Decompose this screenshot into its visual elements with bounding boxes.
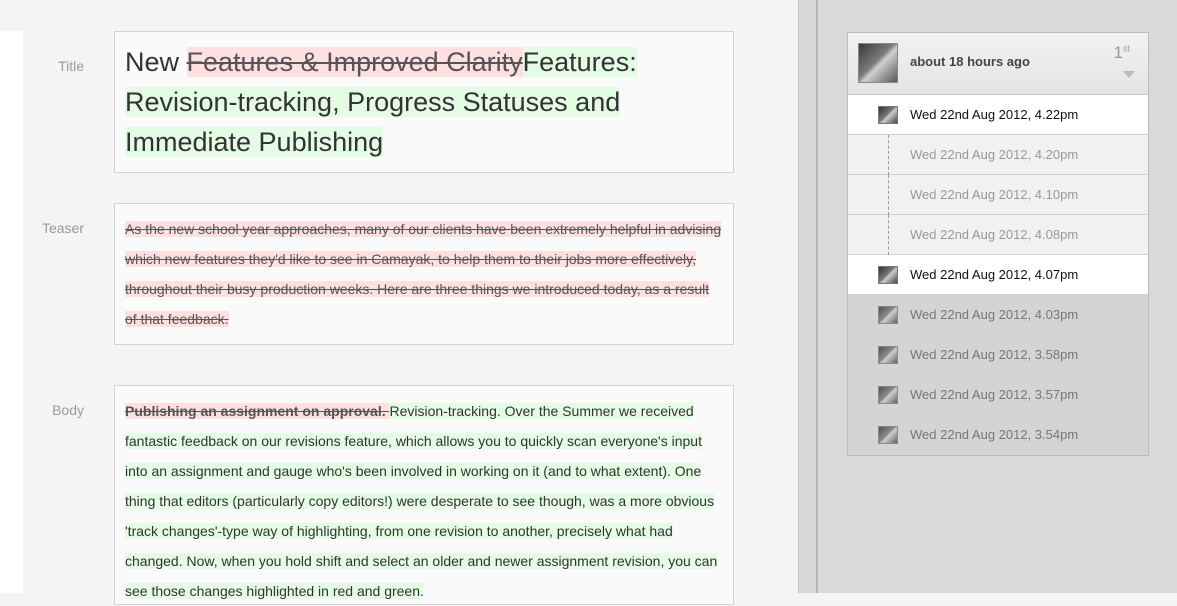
user-avatar-icon (878, 426, 898, 444)
revision-timestamp: Wed 22nd Aug 2012, 3.58pm (910, 347, 1079, 362)
top-strip (0, 0, 798, 31)
body-removed-text: Publishing an assignment on approval. (125, 403, 390, 419)
title-removed-text: Features & Improved Clarity (186, 47, 523, 77)
body-added-text: Revision-tracking. Over the Summer we re… (125, 403, 718, 599)
revision-connector-line (888, 135, 889, 175)
body-field[interactable]: Publishing an assignment on approval. Re… (114, 385, 734, 605)
user-avatar-icon (878, 346, 898, 364)
revision-timestamp: Wed 22nd Aug 2012, 3.57pm (910, 387, 1079, 402)
user-avatar-icon (878, 386, 898, 404)
revision-row[interactable]: Wed 22nd Aug 2012, 4.20pm (848, 135, 1148, 175)
pane-divider[interactable] (798, 0, 818, 593)
user-avatar-icon (878, 306, 898, 324)
revision-timestamp: Wed 22nd Aug 2012, 4.03pm (910, 307, 1079, 322)
revision-count-suffix: st (1122, 43, 1130, 54)
revisions-panel: about 18 hours ago 1st Wed 22nd Aug 2012… (847, 32, 1149, 456)
user-avatar-icon (878, 266, 898, 284)
revision-connector-line (888, 175, 889, 215)
revision-group-time: about 18 hours ago (910, 54, 1030, 69)
revision-timestamp: Wed 22nd Aug 2012, 4.22pm (910, 107, 1079, 122)
teaser-field[interactable]: As the new school year approaches, many … (114, 203, 734, 345)
revision-count-number: 1 (1113, 43, 1123, 62)
revision-group-header[interactable]: about 18 hours ago 1st (848, 33, 1148, 95)
revision-connector-line (888, 215, 889, 255)
title-field[interactable]: New Features & Improved ClarityFeatures:… (114, 31, 734, 173)
revision-row[interactable]: Wed 22nd Aug 2012, 4.10pm (848, 175, 1148, 215)
revision-timestamp: Wed 22nd Aug 2012, 4.20pm (910, 147, 1079, 162)
user-avatar-icon (878, 106, 898, 124)
revision-row[interactable]: Wed 22nd Aug 2012, 4.08pm (848, 215, 1148, 255)
revision-row[interactable]: Wed 22nd Aug 2012, 3.57pm (848, 375, 1148, 415)
revision-timestamp: Wed 22nd Aug 2012, 4.10pm (910, 187, 1079, 202)
revision-row[interactable]: Wed 22nd Aug 2012, 4.03pm (848, 295, 1148, 335)
revision-row[interactable]: Wed 22nd Aug 2012, 3.58pm (848, 335, 1148, 375)
revision-timestamp: Wed 22nd Aug 2012, 3.54pm (910, 427, 1079, 442)
chevron-down-icon[interactable] (1123, 71, 1135, 78)
revision-timestamp: Wed 22nd Aug 2012, 4.07pm (910, 267, 1079, 282)
title-plain-text: New (125, 47, 187, 77)
revision-row[interactable]: Wed 22nd Aug 2012, 4.07pm (848, 255, 1148, 295)
revision-count: 1st (1114, 43, 1130, 63)
body-label: Body (52, 402, 84, 418)
teaser-removed-text: As the new school year approaches, many … (125, 221, 722, 327)
revision-row[interactable]: Wed 22nd Aug 2012, 4.22pm (848, 95, 1148, 135)
left-gutter (0, 31, 23, 593)
revision-row[interactable]: Wed 22nd Aug 2012, 3.54pm (848, 415, 1148, 455)
user-avatar-icon (858, 43, 898, 83)
revision-timestamp: Wed 22nd Aug 2012, 4.08pm (910, 227, 1079, 242)
teaser-label: Teaser (41, 220, 84, 236)
title-label: Title (58, 58, 84, 74)
